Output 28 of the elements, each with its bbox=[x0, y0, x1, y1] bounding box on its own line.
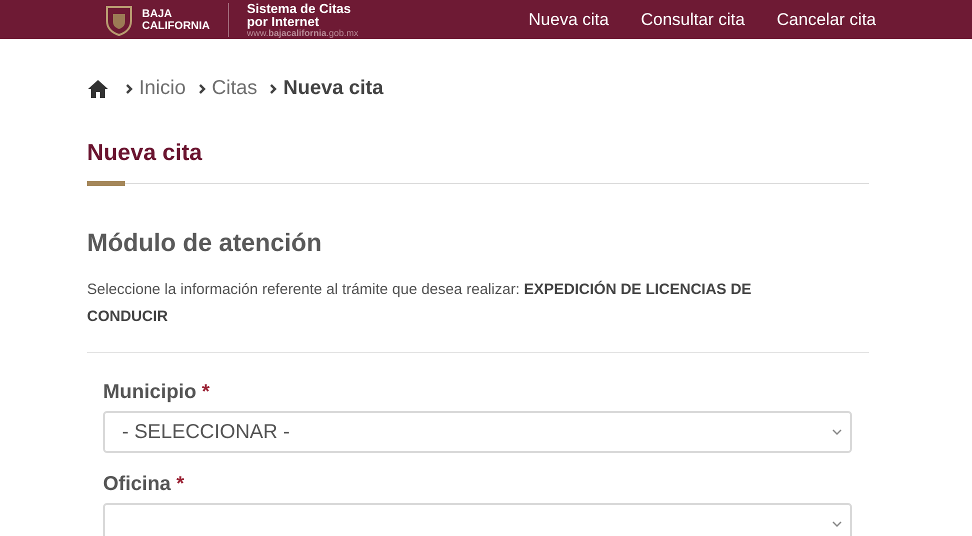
section-title: Módulo de atención bbox=[87, 228, 323, 258]
logo-text: CALIFORNIA bbox=[142, 20, 210, 32]
breadcrumb-link[interactable]: Citas bbox=[212, 77, 258, 100]
breadcrumb-link[interactable]: Inicio bbox=[139, 77, 186, 100]
required-mark: * bbox=[202, 381, 210, 403]
caret-icon bbox=[832, 428, 842, 436]
breadcrumb-current: Nueva cita bbox=[283, 77, 384, 100]
logo-text: BAJA bbox=[142, 8, 173, 20]
system-title: Sistema de Citas bbox=[246, 2, 352, 14]
dropdown-field[interactable]: - SELECCIONAR - bbox=[103, 411, 852, 453]
dropdown-field[interactable] bbox=[103, 503, 852, 536]
page-title: Nueva cita bbox=[87, 138, 204, 166]
nav-link[interactable]: Consultar cita bbox=[640, 10, 745, 30]
home-icon[interactable] bbox=[87, 78, 109, 98]
chevron-right-icon bbox=[125, 84, 133, 94]
instructions-text: Seleccione la información referente al trámite que desea realizar: EXPEDICIÓN DE LICENCIAS DE CONDUCIR bbox=[87, 280, 752, 327]
caret-icon bbox=[832, 520, 842, 528]
field-label: Municipio * bbox=[103, 380, 211, 405]
nav-link[interactable]: Cancelar cita bbox=[776, 10, 876, 30]
field-label: Oficina * bbox=[103, 472, 186, 497]
title-accent-bar bbox=[87, 181, 125, 186]
chevron-right-icon bbox=[198, 84, 206, 94]
system-title: por Internet bbox=[246, 14, 320, 28]
coat-of-arms-icon bbox=[104, 4, 134, 36]
nav-link[interactable]: Nueva cita bbox=[528, 10, 609, 30]
site-url: www.bajacalifornia.gob.mx bbox=[246, 28, 358, 38]
chevron-right-icon bbox=[269, 84, 278, 94]
required-mark: * bbox=[176, 473, 184, 495]
